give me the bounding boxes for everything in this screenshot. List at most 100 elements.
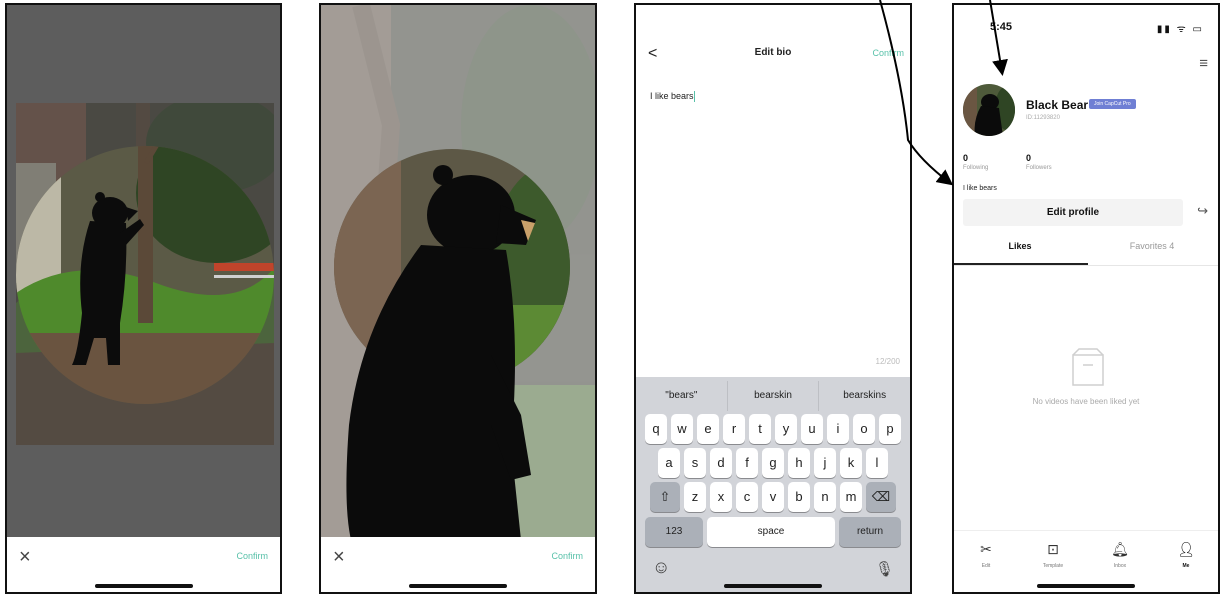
nav-label: Template [1042, 563, 1064, 569]
nav-edit[interactable]: ✂ Edit [966, 541, 1006, 569]
followers-stat[interactable]: 0 Followers [1026, 153, 1052, 171]
system-status-icons: ▮▮ ᯤ ▭ [1156, 24, 1204, 35]
profile-tabs: Likes Favorites 4 [954, 241, 1218, 267]
key[interactable]: c [736, 482, 758, 512]
nav-me[interactable]: 👤︎ Me [1166, 541, 1206, 569]
suggestion-item[interactable]: "bears" [636, 381, 728, 411]
keyboard-row-4: 123 space return [636, 517, 910, 547]
space-key[interactable]: space [707, 517, 835, 547]
key[interactable]: h [788, 448, 810, 478]
nav-template[interactable]: ⊡ Template [1033, 541, 1073, 569]
keyboard-row-1: q w e r t y u i o p [636, 414, 910, 444]
key[interactable]: q [645, 414, 667, 444]
active-tab-indicator [954, 263, 1088, 265]
menu-icon[interactable]: ≡ [1199, 55, 1208, 72]
confirm-button[interactable]: Confirm [551, 551, 583, 561]
key[interactable]: s [684, 448, 706, 478]
pro-badge[interactable]: Join CapCut Pro [1089, 99, 1136, 109]
empty-box-icon [1071, 347, 1105, 392]
following-count: 0 [963, 153, 969, 163]
person-icon: 👤︎ [1177, 541, 1195, 557]
followers-count: 0 [1026, 153, 1032, 163]
key[interactable]: e [697, 414, 719, 444]
bear-photo [16, 103, 274, 445]
key[interactable]: b [788, 482, 810, 512]
crop-toolbar: × Confirm [321, 537, 595, 592]
crop-screen-zoomed-out: × Confirm [5, 3, 282, 594]
key[interactable]: d [710, 448, 732, 478]
keyboard-row-3: ⇧ z x c v b n m ⌫ [636, 482, 910, 512]
key[interactable]: z [684, 482, 706, 512]
keyboard: "bears" bearskin bearskins q w e r t y u… [636, 377, 910, 592]
key[interactable]: i [827, 414, 849, 444]
key[interactable]: t [749, 414, 771, 444]
crop-canvas[interactable] [7, 5, 280, 537]
numbers-key[interactable]: 123 [645, 517, 703, 547]
close-icon[interactable]: × [333, 546, 345, 569]
key[interactable]: y [775, 414, 797, 444]
bio-input[interactable]: I like bears [650, 91, 695, 103]
close-icon[interactable]: × [19, 546, 31, 569]
text-caret [693, 91, 695, 103]
char-counter: 12/200 [875, 357, 900, 366]
home-indicator [1037, 584, 1135, 588]
crop-screen-zoomed-in: × Confirm [319, 3, 597, 594]
backspace-icon[interactable]: ⌫ [866, 482, 896, 512]
scissors-icon: ✂ [980, 541, 992, 557]
page-title: Edit bio [754, 47, 792, 58]
confirm-button[interactable]: Confirm [872, 48, 904, 58]
bell-icon: 🔔︎ [1111, 541, 1129, 557]
profile-screen: 5:45 ▮▮ ᯤ ▭ ≡ Black Bear Join CapCut Pro… [952, 3, 1220, 594]
key[interactable]: w [671, 414, 693, 444]
empty-state-message: No videos have been liked yet [1032, 397, 1140, 406]
key[interactable]: a [658, 448, 680, 478]
nav-label: Edit [981, 563, 991, 569]
key[interactable]: u [801, 414, 823, 444]
microphone-icon[interactable]: 🎙 [875, 560, 894, 578]
avatar[interactable] [963, 84, 1015, 136]
crop-toolbar: × Confirm [7, 537, 280, 592]
key[interactable]: n [814, 482, 836, 512]
key[interactable]: p [879, 414, 901, 444]
following-stat[interactable]: 0 Following [963, 153, 988, 171]
template-icon: ⊡ [1047, 541, 1059, 557]
key[interactable]: f [736, 448, 758, 478]
key[interactable]: k [840, 448, 862, 478]
bear-photo-zoomed [321, 5, 595, 537]
key[interactable]: j [814, 448, 836, 478]
key[interactable]: x [710, 482, 732, 512]
return-key[interactable]: return [839, 517, 901, 547]
suggestion-item[interactable]: bearskins [819, 381, 910, 411]
crop-canvas[interactable] [321, 5, 595, 537]
keyboard-row-2: a s d f g h j k l [636, 448, 910, 478]
bottom-nav: ✂ Edit ⊡ Template 🔔︎ Inbox 👤︎ Me [954, 530, 1218, 592]
following-label: Following [963, 165, 989, 171]
confirm-button[interactable]: Confirm [236, 551, 268, 561]
suggestion-bar: "bears" bearskin bearskins [636, 381, 910, 411]
status-time: 5:45 [990, 21, 1013, 33]
key[interactable]: l [866, 448, 888, 478]
tab-favorites[interactable]: Favorites 4 [1086, 241, 1218, 251]
user-id: ID:11293820 [1026, 115, 1060, 121]
profile-name: Black Bear [1026, 98, 1089, 112]
key[interactable]: g [762, 448, 784, 478]
tab-divider [954, 265, 1218, 266]
key[interactable]: o [853, 414, 875, 444]
nav-label: Me [1182, 563, 1190, 569]
screenshot-stage: × Confirm × Confirm < Edit bio Confirm I… [0, 0, 1225, 597]
status-bar: 5:45 ▮▮ ᯤ ▭ [954, 21, 1218, 37]
edit-bio-screen: < Edit bio Confirm I like bears 12/200 "… [634, 3, 912, 594]
share-icon[interactable]: ↪ [1197, 203, 1208, 219]
shift-icon[interactable]: ⇧ [650, 482, 680, 512]
key[interactable]: r [723, 414, 745, 444]
tab-likes[interactable]: Likes [954, 241, 1086, 251]
nav-inbox[interactable]: 🔔︎ Inbox [1100, 541, 1140, 569]
edit-profile-button[interactable]: Edit profile [963, 199, 1183, 226]
home-indicator [94, 584, 193, 588]
bio-input-value: I like bears [650, 91, 694, 101]
key[interactable]: v [762, 482, 784, 512]
home-indicator [724, 584, 822, 588]
emoji-icon[interactable]: ☺ [652, 557, 670, 578]
suggestion-item[interactable]: bearskin [728, 381, 820, 411]
key[interactable]: m [840, 482, 862, 512]
